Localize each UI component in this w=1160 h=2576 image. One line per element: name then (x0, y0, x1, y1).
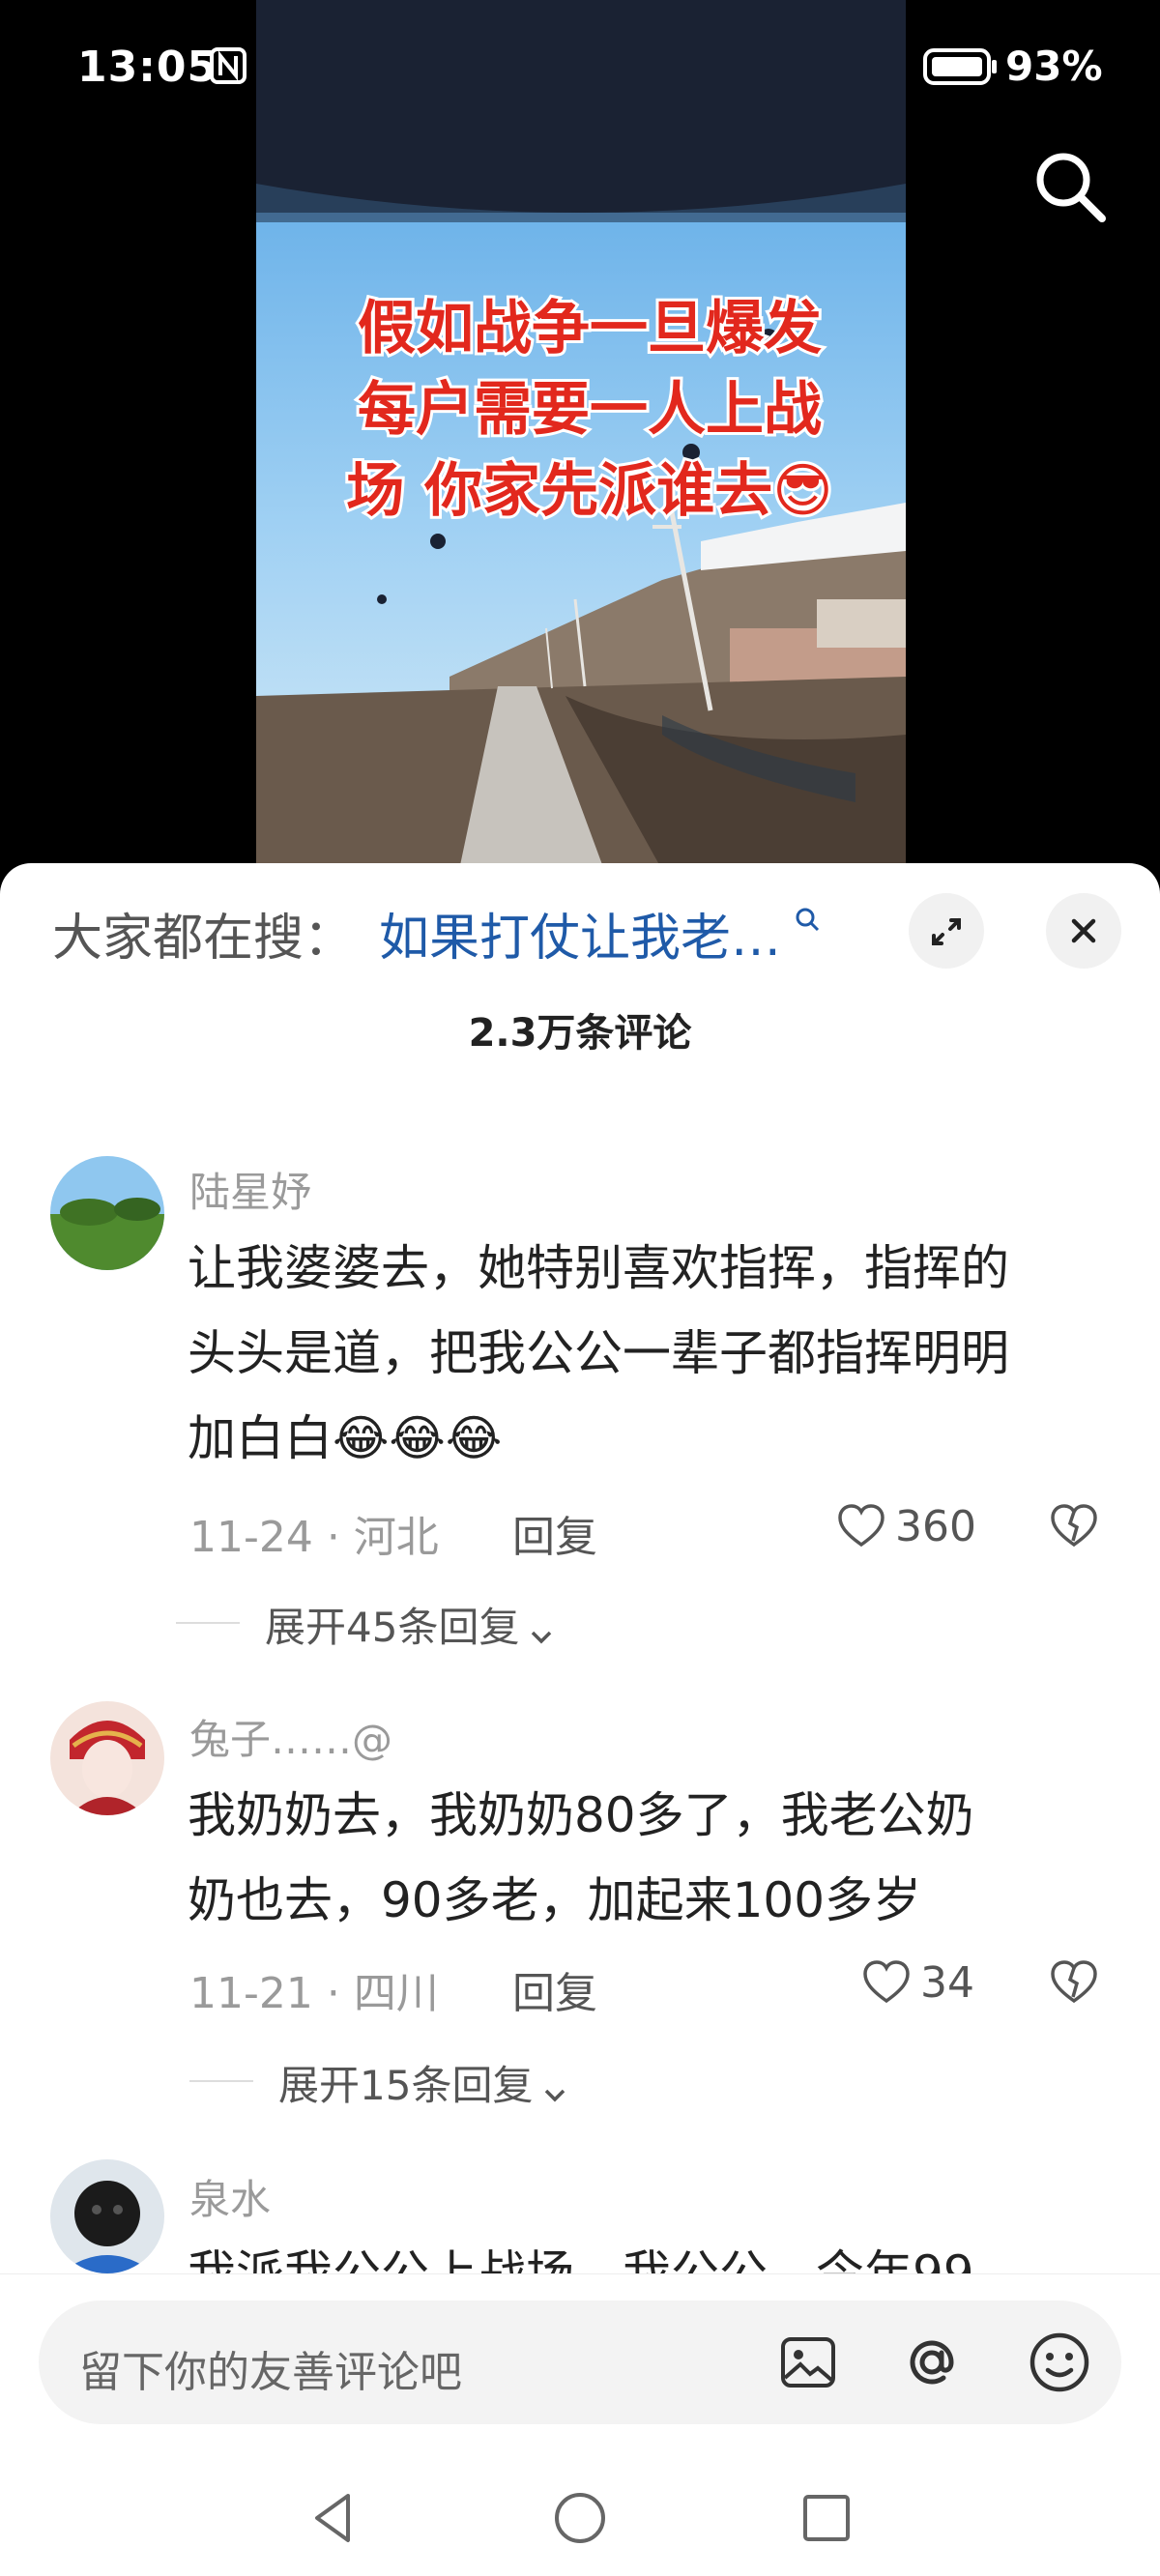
status-time: 13:05 (77, 43, 218, 92)
comment-username[interactable]: 陆星妤 (189, 1160, 311, 1219)
search-icon (793, 905, 822, 934)
at-icon (910, 2340, 954, 2385)
broken-heart-icon (1051, 1960, 1097, 2004)
expand-icon (932, 918, 961, 945)
comment-line: 头头是道，把我公公一辈子都指挥明明 (188, 1325, 1009, 1381)
broken-heart-icon (1051, 1504, 1097, 1548)
dislike-button[interactable] (1048, 1500, 1100, 1552)
heart-icon (863, 1960, 910, 2004)
nav-back-button[interactable] (300, 2484, 367, 2552)
reply-button[interactable]: 回复 (512, 1958, 597, 2020)
chevron-down-icon (531, 1631, 551, 1643)
expand-replies-label: 展开15条回复 (278, 2062, 534, 2109)
avatar[interactable] (50, 1701, 164, 1815)
comment-date-location: 11-24 · 河北 (189, 1513, 439, 1562)
emoji-button[interactable] (1027, 2330, 1092, 2395)
comment-username[interactable]: 兔子……@ (189, 1707, 392, 1766)
like-button[interactable]: 360 (835, 1498, 990, 1558)
comment-line: 我奶奶去，我奶奶80多了，我老公奶 (188, 1787, 974, 1843)
mention-button[interactable] (899, 2330, 965, 2395)
comment-text: 我派我公公上战场，我公公，今年99 (188, 2231, 1116, 2273)
expand-replies-label: 展开45条回复 (265, 1604, 520, 1651)
like-count: 34 (920, 1958, 974, 2008)
recents-square-icon (803, 2495, 850, 2541)
nav-recents-button[interactable] (793, 2484, 860, 2552)
expand-divider (176, 1622, 240, 1624)
hot-search-prefix: 大家都在搜： (52, 910, 355, 968)
image-icon (781, 2337, 835, 2388)
dislike-button[interactable] (1048, 1956, 1100, 2009)
battery-icon (922, 46, 1000, 91)
expand-divider (189, 2080, 253, 2082)
back-triangle-icon (315, 2494, 350, 2542)
nav-home-button[interactable] (546, 2484, 614, 2552)
nfc-icon (209, 46, 247, 85)
like-button[interactable]: 34 (860, 1954, 996, 2014)
expand-button[interactable] (909, 893, 984, 969)
avatar[interactable] (50, 1156, 164, 1270)
hot-search-link[interactable]: 如果打仗让我老… (379, 897, 781, 970)
video-overlay-text: 假如战争一旦爆发 每户需要一人上战 场 你家先派谁去😎 (290, 288, 889, 532)
reply-button[interactable]: 回复 (512, 1502, 597, 1564)
video-overlay-line: 每户需要一人上战 (355, 373, 825, 447)
heart-icon (838, 1504, 884, 1548)
comment-text: 让我婆婆去，她特别喜欢指挥，指挥的 头头是道，把我公公一辈子都指挥明明 加白白😂… (188, 1226, 1116, 1481)
close-icon (1071, 918, 1096, 943)
battery-percent: 93% (1005, 43, 1103, 90)
comment-date-location: 11-21 · 四川 (189, 1969, 439, 2018)
like-count: 360 (895, 1502, 976, 1551)
expand-replies-button[interactable]: 展开15条回复 (278, 2053, 571, 2111)
comment-line: 加白白😂😂😂 (188, 1410, 503, 1466)
comment-input-placeholder[interactable]: 留下你的友善评论吧 (79, 2337, 462, 2399)
avatar[interactable] (50, 2159, 164, 2273)
video-overlay-line: 假如战争一旦爆发 (355, 292, 825, 365)
comment-line: 我派我公公上战场，我公公，今年99 (188, 2245, 974, 2273)
comment-count: 2.3万条评论 (468, 1011, 692, 1056)
expand-replies-button[interactable]: 展开45条回复 (265, 1595, 558, 1653)
chevron-down-icon (544, 2089, 565, 2101)
search-icon[interactable] (1029, 145, 1112, 228)
close-button[interactable] (1046, 893, 1121, 969)
comment-text: 我奶奶去，我奶奶80多了，我老公奶 奶也去，90多老，加起来100多岁 (188, 1773, 1116, 1943)
emoji-icon (1030, 2332, 1089, 2392)
image-button[interactable] (777, 2331, 839, 2393)
comment-username[interactable]: 泉水 (189, 2167, 271, 2226)
comment-line: 让我婆婆去，她特别喜欢指挥，指挥的 (188, 1240, 1009, 1296)
home-circle-icon (555, 2493, 605, 2543)
comment-line: 奶也去，90多老，加起来100多岁 (188, 1872, 922, 1928)
video-overlay-line: 场 你家先派谁去😎 (343, 454, 835, 528)
